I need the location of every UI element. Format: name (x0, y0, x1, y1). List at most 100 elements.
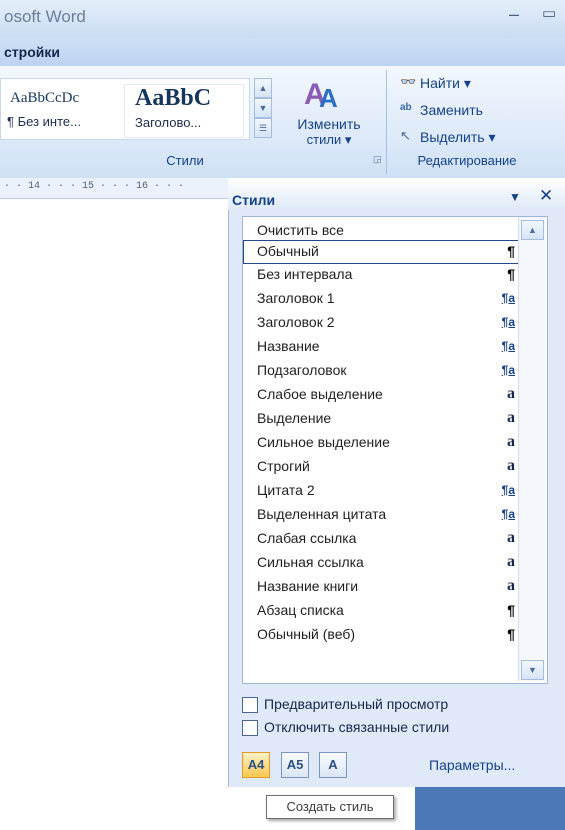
style-item-normal-web[interactable]: Обычный (веб) ¶ (255, 623, 517, 645)
style-name: Выделенная цитата (257, 506, 387, 522)
ribbon-tab-bar (0, 38, 565, 67)
style-item-title[interactable]: Название ¶a (255, 335, 517, 357)
options-link[interactable]: Параметры... (429, 757, 515, 773)
paragraph-style-icon: ¶ (507, 602, 515, 618)
character-style-icon: a (507, 409, 515, 426)
styles-list-scrollbar[interactable] (518, 217, 546, 681)
window-title: osoft Word (4, 7, 86, 26)
replace-button[interactable]: ab Заменить (398, 101, 544, 121)
style-item-subtle-reference[interactable]: Слабая ссылка a (255, 527, 517, 549)
style-item-heading2[interactable]: Заголовок 2 ¶a (255, 311, 517, 333)
change-styles-label: Изменить (297, 116, 361, 132)
style-name: Название (257, 338, 320, 354)
linked-style-icon: ¶a (501, 315, 515, 329)
style-name: Цитата 2 (257, 482, 315, 498)
scroll-down-button[interactable]: ▼ (521, 660, 544, 680)
show-preview-option[interactable]: Предварительный просмотр (242, 696, 542, 714)
style-item-strong[interactable]: Строгий a (255, 455, 517, 477)
disable-linked-checkbox[interactable] (242, 720, 258, 736)
linked-style-icon: ¶a (501, 507, 515, 521)
style-name: Название книги (257, 578, 359, 594)
show-preview-checkbox[interactable] (242, 697, 258, 713)
style-name: Слабая ссылка (257, 530, 357, 546)
style-name: Сильная ссылка (257, 554, 364, 570)
gallery-preview: AaBbCcDc (10, 90, 80, 106)
style-item-clear-all[interactable]: Очистить все (255, 219, 517, 241)
style-inspector-button[interactable]: A5 (281, 752, 309, 778)
character-style-icon: a (507, 457, 515, 474)
tab-addins[interactable]: стройки (4, 44, 60, 60)
tooltip: Создать стиль (266, 795, 394, 819)
gallery-item-heading1[interactable]: AaBbC Заголово... (124, 84, 244, 138)
change-styles-button[interactable]: A A Изменить стили ▾ (282, 72, 372, 148)
style-item-subtitle[interactable]: Подзаголовок ¶a (255, 359, 517, 381)
styles-group-label: Стили (166, 153, 204, 168)
change-styles-icon: A A (304, 78, 338, 110)
gallery-more-button[interactable]: ☰ (254, 118, 272, 138)
gallery-scroll-down-button[interactable]: ▼ (254, 98, 272, 118)
gallery-item-no-spacing[interactable]: AaBbCcDc ¶ Без инте... (4, 84, 116, 136)
character-style-icon: a (507, 433, 515, 450)
show-preview-label: Предварительный просмотр (264, 696, 449, 712)
editing-group-label: Редактирование (417, 153, 517, 168)
new-style-icon: A4 (247, 757, 265, 772)
find-button[interactable]: 👓 Найти ▾ (398, 74, 544, 94)
linked-style-icon: ¶a (501, 363, 515, 377)
manage-styles-button[interactable]: A (319, 752, 347, 778)
style-name: Слабое выделение (257, 386, 383, 402)
close-icon[interactable]: ✕ (539, 186, 553, 206)
style-item-subtle-emphasis[interactable]: Слабое выделение a (255, 383, 517, 405)
svg-text:A: A (319, 83, 338, 110)
new-style-button[interactable]: A4 (242, 752, 270, 778)
disable-linked-label: Отключить связанные стили (264, 719, 450, 735)
style-item-intense-quote[interactable]: Выделенная цитата ¶a (255, 503, 517, 525)
linked-style-icon: ¶a (501, 339, 515, 353)
gallery-preview: AaBbC (135, 85, 212, 111)
style-item-heading1[interactable]: Заголовок 1 ¶a (255, 287, 517, 309)
ruler-ticks: · · 14 · · · 15 · · · 16 · · · (4, 181, 185, 192)
pane-menu-chevron-icon[interactable]: ▼ (509, 190, 521, 204)
change-styles-label-2: стили ▾ (306, 132, 352, 147)
restore-button[interactable]: ▭ (542, 4, 556, 22)
linked-style-icon: ¶a (501, 291, 515, 305)
style-item-quote[interactable]: Цитата 2 ¶a (255, 479, 517, 501)
paragraph-style-icon: ¶ (507, 266, 515, 282)
gallery-label: ¶ Без инте... (7, 114, 81, 129)
horizontal-ruler[interactable]: · · 14 · · · 15 · · · 16 · · · (0, 178, 228, 199)
style-name: Сильное выделение (257, 434, 390, 450)
style-item-book-title[interactable]: Название книги a (255, 575, 517, 597)
character-style-icon: a (507, 529, 515, 546)
replace-label: Заменить (420, 102, 483, 118)
style-name: Очистить все (257, 222, 344, 238)
style-item-intense-reference[interactable]: Сильная ссылка a (255, 551, 517, 573)
select-label: Выделить ▾ (420, 129, 496, 145)
styles-dialog-launcher-icon[interactable]: ◲ (373, 154, 382, 165)
style-item-normal[interactable]: Обычный ¶ (255, 240, 517, 262)
replace-icon: ab (400, 102, 412, 113)
style-name: Обычный (веб) (257, 626, 356, 642)
select-button[interactable]: ↖ Выделить ▾ (398, 128, 544, 148)
style-name: Выделение (257, 410, 332, 426)
minimize-button[interactable]: – (509, 4, 519, 25)
style-item-emphasis[interactable]: Выделение a (255, 407, 517, 429)
style-name: Без интервала (257, 266, 353, 282)
linked-style-icon: ¶a (501, 483, 515, 497)
style-item-intense-emphasis[interactable]: Сильное выделение a (255, 431, 517, 453)
disable-linked-option[interactable]: Отключить связанные стили (242, 719, 552, 737)
cursor-icon: ↖ (400, 128, 411, 143)
gallery-scroll-up-button[interactable]: ▲ (254, 78, 272, 98)
character-style-icon: a (507, 577, 515, 594)
character-style-icon: a (507, 385, 515, 402)
style-name: Подзаголовок (257, 362, 347, 378)
style-item-no-spacing[interactable]: Без интервала ¶ (255, 263, 517, 285)
manage-styles-icon: A (328, 757, 338, 772)
binoculars-icon: 👓 (400, 74, 417, 89)
style-name: Заголовок 1 (257, 290, 335, 306)
paragraph-style-icon: ¶ (507, 243, 515, 259)
style-name: Обычный (257, 243, 319, 259)
paragraph-style-icon: ¶ (507, 626, 515, 642)
style-item-list-paragraph[interactable]: Абзац списка ¶ (255, 599, 517, 621)
gallery-label: Заголово... (135, 115, 202, 130)
scroll-up-button[interactable]: ▲ (521, 220, 544, 240)
style-name: Заголовок 2 (257, 314, 335, 330)
